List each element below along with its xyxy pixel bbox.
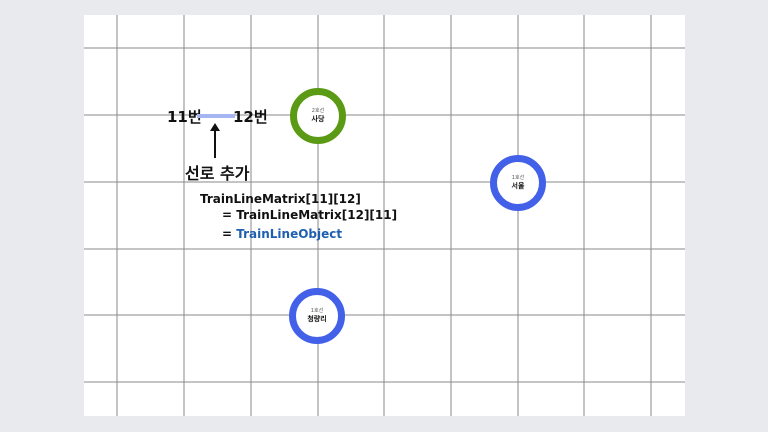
code-line-2: = TrainLineMatrix[12][11] [222,208,398,222]
station-line-label: 1호선 [310,308,324,314]
station-name-label: 서울 [511,182,525,190]
station-name-label: 사당 [311,115,325,123]
up-arrow-icon [210,123,220,158]
station-seoul: 1호선 서울 [490,155,546,211]
node-12-label: 12번 [233,108,268,126]
station-line-label: 2호선 [311,108,325,114]
add-link-label: 선로 추가 [185,164,250,183]
station-cheongnyangni: 1호선 청량리 [289,288,345,344]
train-line-object-text: TrainLineObject [236,227,343,241]
station-name-label: 청량리 [307,315,327,323]
slide-canvas: 2호선 사당 1호선 서울 1호선 청량리 11번 12번 선로 추가 Trai… [84,15,685,416]
code-equals: = [222,227,237,241]
new-link-bar [197,114,235,118]
code-line-1: TrainLineMatrix[11][12] [200,192,361,206]
station-line-label: 1호선 [511,175,525,181]
code-line-3: = TrainLineObject [222,227,342,241]
station-sadang: 2호선 사당 [290,88,346,144]
